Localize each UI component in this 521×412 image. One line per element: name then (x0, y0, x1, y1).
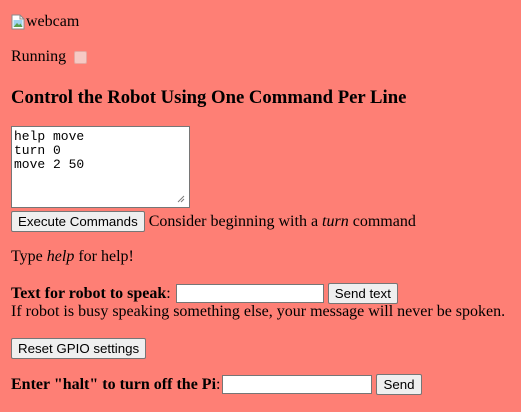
help-hint-suffix: for help! (74, 248, 134, 265)
resize-grip-icon[interactable] (177, 195, 185, 203)
execute-row: Execute Commands Consider beginning with… (11, 211, 416, 232)
commands-textarea[interactable]: help move turn 0 move 2 50 (11, 126, 190, 208)
broken-image-icon (11, 14, 25, 30)
halt-row: Enter "halt" to turn off the Pi: Send (11, 374, 422, 395)
page-title: Control the Robot Using One Command Per … (11, 87, 407, 108)
speak-note: If robot is busy speaking something else… (11, 303, 506, 320)
execute-hint: Consider beginning with a turn command (149, 213, 416, 231)
reset-gpio-button[interactable]: Reset GPIO settings (11, 338, 147, 359)
speak-row: Text for robot to speak: Send text (11, 283, 398, 304)
halt-input[interactable] (222, 375, 373, 394)
execute-hint-emphasis: turn (322, 212, 349, 230)
execute-hint-prefix: Consider beginning with a (148, 212, 323, 230)
execute-hint-suffix: command (348, 212, 416, 230)
help-hint-emphasis: help (46, 248, 75, 265)
halt-label: Enter "halt" to turn off the Pi (11, 375, 217, 393)
send-text-button[interactable]: Send text (327, 283, 398, 304)
speak-label: Text for robot to speak (11, 284, 167, 302)
halt-label-colon: : (216, 375, 221, 393)
speak-text-input[interactable] (175, 284, 324, 303)
execute-commands-button[interactable]: Execute Commands (11, 211, 145, 232)
halt-send-button[interactable]: Send (376, 374, 422, 395)
speak-label-colon: : (166, 284, 171, 302)
running-status: Running (11, 48, 88, 66)
webcam-image: webcam (11, 12, 79, 32)
help-hint: Type help for help! (11, 248, 134, 266)
running-label: Running (11, 48, 67, 65)
webcam-alt-text: webcam (26, 13, 80, 30)
running-checkbox[interactable] (74, 50, 88, 64)
reset-row: Reset GPIO settings (11, 338, 147, 359)
help-hint-prefix: Type (11, 248, 47, 265)
